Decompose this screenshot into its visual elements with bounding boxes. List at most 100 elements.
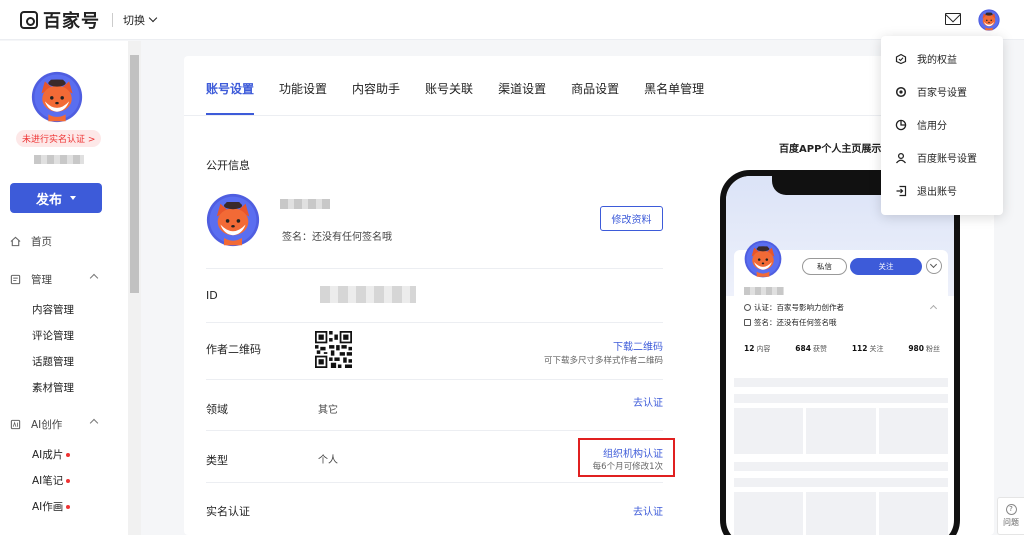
preview-title: 百度APP个人主页展示	[779, 144, 882, 155]
blurred-username	[744, 287, 784, 295]
preview-sign-line: 签名：还没有任何签名哦	[744, 317, 837, 328]
id-label: ID	[206, 289, 218, 302]
menu-item-bjh-settings[interactable]: 百家号设置	[895, 84, 967, 99]
logo-text: 百家号	[43, 10, 100, 32]
chevron-down-icon	[148, 13, 158, 22]
type-value: 个人	[318, 455, 338, 466]
chevron-down-icon	[926, 258, 942, 274]
tab-channel-settings[interactable]: 渠道设置	[498, 80, 546, 115]
tab-blacklist[interactable]: 黑名单管理	[644, 80, 704, 115]
profile-avatar[interactable]	[206, 193, 260, 247]
top-bar: 百家号 切换	[0, 0, 1024, 40]
scrollbar-thumb[interactable]	[130, 55, 139, 293]
tab-feature-settings[interactable]: 功能设置	[279, 80, 327, 115]
preview-stats: 12 内容 684 获赞 112 关注 980 粉丝	[744, 344, 940, 354]
signature-icon	[744, 319, 751, 326]
sidebar-group-manage[interactable]: 管理	[10, 272, 52, 287]
preview-placeholder	[734, 378, 948, 387]
blurred-username	[34, 155, 84, 164]
realname-status-badge[interactable]: 未进行实名认证 >	[16, 130, 102, 147]
caret-down-icon	[70, 196, 76, 200]
realname-label: 实名认证	[206, 505, 250, 518]
sidebar-item-content[interactable]: 内容管理	[32, 302, 74, 317]
menu-item-logout[interactable]: 退出账号	[895, 183, 957, 198]
menu-item-baidu-account[interactable]: 百度账号设置	[895, 150, 977, 165]
benefits-icon	[895, 53, 907, 64]
tab-product-settings[interactable]: 商品设置	[571, 80, 619, 115]
tabs-divider	[184, 115, 994, 116]
baijiahao-logo[interactable]: 百家号	[20, 7, 100, 33]
preview-cert-line: 认证：百家号影响力创作者	[744, 302, 844, 313]
highlight-box	[578, 438, 675, 477]
stat-content: 12 内容	[744, 344, 771, 353]
chevron-up-icon	[929, 304, 938, 313]
divider	[206, 430, 663, 431]
menu-item-label: 百度账号设置	[917, 154, 977, 165]
sidebar-item-ai-video[interactable]: AI成片	[32, 447, 71, 462]
divider	[206, 379, 663, 380]
sidebar-item-materials[interactable]: 素材管理	[32, 380, 74, 395]
tab-content-assistant[interactable]: 内容助手	[352, 80, 400, 115]
settings-tabs: 账号设置 功能设置 内容助手 账号关联 渠道设置 商品设置 黑名单管理	[206, 80, 729, 115]
menu-item-label: 百家号设置	[917, 88, 967, 99]
divider	[206, 268, 663, 269]
type-label: 类型	[206, 454, 228, 467]
new-dot	[66, 505, 71, 509]
divider	[206, 482, 663, 483]
menu-item-label: 信用分	[917, 121, 947, 132]
qr-hint: 可下载多尺寸多样式作者二维码	[543, 356, 663, 366]
sidebar-item-label: 首页	[31, 236, 52, 248]
item-label: AI笔记	[32, 475, 64, 487]
menu-item-label: 退出账号	[917, 187, 957, 198]
user-icon	[895, 152, 907, 163]
publish-label: 发布	[35, 192, 62, 208]
pie-chart-icon	[895, 119, 907, 130]
sidebar-item-home[interactable]: 首页	[10, 234, 52, 249]
chevron-up-icon[interactable]	[89, 273, 99, 283]
preview-profile-card: 私信 关注 认证：百家号影响力创作者 签名：还没有任何签名哦 12 内容 684 获…	[734, 250, 948, 368]
item-label: AI成片	[32, 449, 64, 461]
sidebar-group-label: 管理	[31, 274, 52, 286]
user-dropdown-menu: 我的权益 百家号设置 信用分 百度账号设置 退出账号	[881, 36, 1003, 215]
tab-account-link[interactable]: 账号关联	[425, 80, 473, 115]
item-label: AI作画	[32, 501, 64, 513]
help-float-button[interactable]: ? 问题	[997, 497, 1024, 535]
menu-item-benefits[interactable]: 我的权益	[895, 51, 957, 66]
sidebar-group-ai[interactable]: AI创作	[10, 417, 62, 432]
logout-icon	[896, 185, 907, 196]
divider	[206, 322, 663, 323]
signature-text: 签名：还没有任何签名哦	[282, 232, 392, 243]
menu-item-credit-score[interactable]: 信用分	[895, 117, 947, 132]
settings-card: 账号设置 功能设置 内容助手 账号关联 渠道设置 商品设置 黑名单管理 公开信息…	[184, 56, 994, 535]
realname-verify-link[interactable]: 去认证	[633, 503, 663, 518]
download-qr-link[interactable]: 下载二维码	[613, 338, 663, 353]
help-label: 问题	[1003, 518, 1019, 527]
section-title: 公开信息	[206, 159, 250, 172]
tab-account-settings[interactable]: 账号设置	[206, 80, 255, 115]
stat-likes: 684 获赞	[795, 344, 827, 353]
preview-placeholder	[734, 462, 948, 471]
blurred-username	[280, 199, 330, 209]
preview-cert-text: 认证：百家号影响力创作者	[754, 303, 844, 312]
sidebar-item-ai-drawing[interactable]: AI作画	[32, 499, 71, 514]
phone-preview: 私信 关注 认证：百家号影响力创作者 签名：还没有任何签名哦 12 内容 684 获…	[720, 170, 960, 535]
sidebar-item-ai-notes[interactable]: AI笔记	[32, 473, 71, 488]
publish-button[interactable]: 发布	[10, 183, 102, 213]
preview-message-button: 私信	[802, 258, 847, 275]
cert-icon	[744, 304, 751, 311]
chevron-up-icon[interactable]	[89, 418, 99, 428]
mail-icon[interactable]	[945, 13, 961, 25]
sidebar-avatar[interactable]	[31, 71, 83, 123]
switch-account-button[interactable]: 切换	[123, 12, 158, 28]
user-avatar[interactable]	[978, 9, 1000, 31]
sidebar-item-topics[interactable]: 话题管理	[32, 354, 74, 369]
stat-following: 112 关注	[851, 344, 884, 353]
document-icon	[10, 274, 21, 285]
edit-profile-button[interactable]: 修改资料	[600, 206, 663, 231]
ai-icon	[10, 419, 21, 430]
blurred-id	[320, 286, 416, 303]
gear-icon	[895, 86, 907, 97]
field-verify-link[interactable]: 去认证	[633, 394, 663, 409]
preview-placeholder-grid	[734, 492, 948, 535]
sidebar-item-comments[interactable]: 评论管理	[32, 328, 74, 343]
